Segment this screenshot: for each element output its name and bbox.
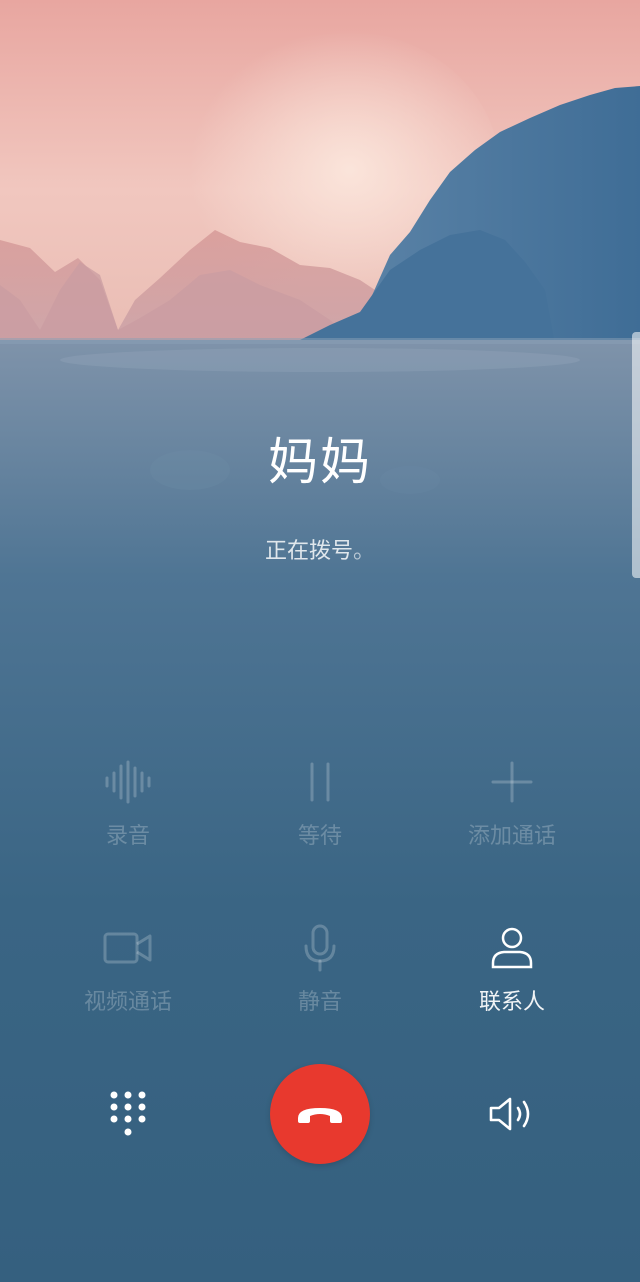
hold-button[interactable]: 等待	[220, 756, 420, 850]
hold-label: 等待	[297, 824, 342, 849]
mute-button[interactable]: 静音	[220, 922, 420, 1016]
phone-hangup-icon	[298, 1108, 342, 1123]
video-call-label: 视频通话	[83, 990, 172, 1015]
end-call-button[interactable]	[270, 1064, 370, 1164]
record-label: 录音	[105, 824, 150, 849]
dialpad-icon	[110, 1091, 146, 1136]
waveform-icon	[28, 756, 228, 808]
video-camera-icon	[28, 922, 228, 974]
call-status: 正在拨号。	[0, 533, 640, 565]
person-icon	[412, 922, 612, 974]
dialpad-button[interactable]	[88, 1074, 168, 1154]
contacts-button[interactable]: 联系人	[412, 922, 612, 1016]
microphone-icon	[220, 922, 420, 974]
add-call-label: 添加通话	[467, 824, 556, 849]
call-status-text: 正在拨号	[264, 539, 353, 564]
caller-name: 妈妈	[268, 433, 372, 491]
pause-icon	[220, 756, 420, 808]
speaker-button[interactable]	[472, 1074, 552, 1154]
mute-label: 静音	[297, 990, 342, 1015]
contacts-label: 联系人	[478, 990, 545, 1015]
call-status-dot: 。	[353, 539, 376, 564]
video-call-button[interactable]: 视频通话	[28, 922, 228, 1016]
add-call-button[interactable]: 添加通话	[412, 756, 612, 850]
record-button[interactable]: 录音	[28, 756, 228, 850]
speaker-icon	[489, 1097, 530, 1131]
plus-icon	[412, 756, 612, 808]
